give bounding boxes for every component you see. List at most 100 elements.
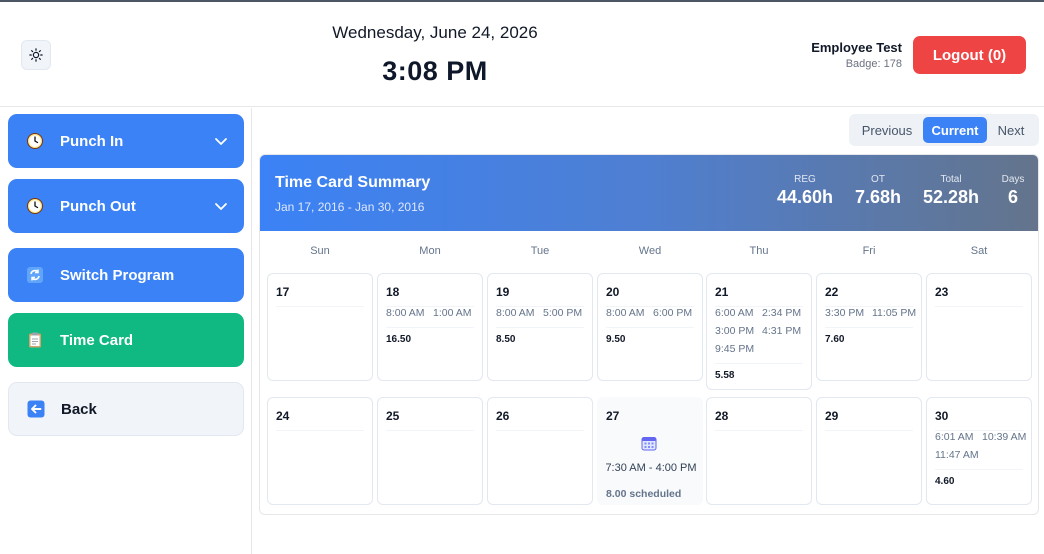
chevron-down-icon [214,134,228,148]
calendar-day-cell[interactable]: 17 [267,273,373,381]
punch-time: 11:05 PM [872,307,917,319]
stat-value: 52.28h [922,187,980,207]
logout-button[interactable]: Logout (0) [913,36,1026,74]
daily-hours: 5.58 [715,370,735,381]
current-period-button[interactable]: Current [923,117,987,143]
weekday-label: Tue [530,245,550,257]
stat-value: 7.68h [854,187,902,207]
day-number: 29 [825,409,839,423]
punch-time: 4:31 PM [762,325,802,337]
cell-divider [715,363,803,364]
employee-name: Employee Test [811,40,902,55]
header: Wednesday, June 24, 2026 3:08 PM Employe… [0,2,1044,107]
theme-toggle-button[interactable] [21,40,51,70]
punch-time: 6:01 AM [935,431,974,443]
cell-divider [386,327,474,328]
punch-in-button[interactable]: Punch In [8,114,244,168]
punch-list: 6:01 AM 10:39 AM 11:47 AM [935,431,1029,461]
daily-hours: 9.50 [606,334,626,345]
punch-time: 3:30 PM [825,307,865,319]
switch-program-label: Switch Program [60,266,175,284]
calendar-day-cell[interactable]: 24 [267,397,373,505]
switch-program-button[interactable]: Switch Program [8,248,244,302]
calendar-day-cell[interactable]: 22 3:30 PM 11:05 PM 7.60 [816,273,922,381]
day-number: 17 [276,285,290,299]
punch-time: 3:00 PM [715,325,755,337]
punch-list: 8:00 AM 5:00 PM [496,307,590,319]
scheduled-shift-time: 7:30 AM - 4:00 PM [605,462,697,474]
punch-time: 6:00 PM [653,307,693,319]
calendar-day-cell[interactable]: 26 [487,397,593,505]
day-number: 27 [606,409,620,423]
cell-divider [715,430,803,431]
day-number: 24 [276,409,290,423]
cell-divider [496,430,584,431]
punch-list: 8:00 AM 6:00 PM [606,307,700,319]
day-number: 21 [715,285,729,299]
weekday-label: Thu [749,245,769,257]
cell-divider [276,306,364,307]
punch-in-label: Punch In [60,132,124,150]
clipboard-icon [26,331,44,349]
refresh-icon [26,266,44,284]
current-time: 3:08 PM [382,56,488,86]
weekday-label: Sun [310,245,330,257]
cell-divider [276,430,364,431]
punch-time: 8:00 AM [496,307,535,319]
day-number: 28 [715,409,729,423]
calendar-day-cell[interactable]: 21 6:00 AM 2:34 PM 3:00 PM 4:31 PM 9:45 PM 5.5… [706,273,812,390]
daily-hours: 16.50 [386,334,412,345]
clock-icon [26,197,44,215]
stat-ot: OT 7.68h [852,174,904,208]
calendar-day-cell[interactable]: 30 6:01 AM 10:39 AM 11:47 AM 4.60 [926,397,1032,505]
arrow-left-icon [27,400,45,418]
cell-divider [496,327,584,328]
calendar-day-cell[interactable]: 18 8:00 AM 1:00 AM 16.50 [377,273,483,381]
stat-label: OT [871,174,885,185]
punch-time: 8:00 AM [386,307,425,319]
punch-time: 10:39 AM [982,431,1027,443]
punch-list: 3:30 PM 11:05 PM [825,307,919,319]
calendar-day-cell[interactable]: 27 7:30 AM - 4:00 PM 8.00 scheduled [597,397,703,505]
next-period-button[interactable]: Next [987,117,1035,143]
time-card-summary: Time Card Summary Jan 17, 2016 - Jan 30,… [260,155,1038,231]
day-number: 20 [606,285,620,299]
time-card-panel: Time Card Summary Jan 17, 2016 - Jan 30,… [259,154,1039,515]
calendar-icon [641,435,657,451]
clock-icon [26,132,44,150]
cell-divider [825,430,913,431]
stat-label: Days [1001,174,1025,185]
calendar-day-cell[interactable]: 20 8:00 AM 6:00 PM 9.50 [597,273,703,381]
calendar-day-cell[interactable]: 28 [706,397,812,505]
stat-reg: REG 44.60h [774,174,836,208]
summary-date-range: Jan 17, 2016 - Jan 30, 2016 [275,200,425,214]
weekday-label: Wed [638,245,662,257]
day-number: 19 [496,285,510,299]
sun-icon [29,48,43,62]
cell-divider [825,327,913,328]
current-date: Wednesday, June 24, 2026 [332,23,538,42]
chevron-down-icon [214,199,228,213]
punch-time: 5:00 PM [543,307,583,319]
pay-period-nav: Previous Current Next [849,114,1039,146]
day-number: 25 [386,409,400,423]
time-card-button[interactable]: Time Card [8,313,244,367]
previous-period-button[interactable]: Previous [851,117,923,143]
punch-out-label: Punch Out [60,197,136,215]
day-number: 26 [496,409,510,423]
punch-out-button[interactable]: Punch Out [8,179,244,233]
stat-value: 44.60h [776,187,834,207]
punch-list: 6:00 AM 2:34 PM 3:00 PM 4:31 PM 9:45 PM [715,307,809,355]
day-number: 23 [935,285,949,299]
punch-time: 1:00 AM [433,307,472,319]
calendar-day-cell[interactable]: 23 [926,273,1032,381]
back-button[interactable]: Back [8,382,244,436]
calendar-day-cell[interactable]: 19 8:00 AM 5:00 PM 8.50 [487,273,593,381]
daily-hours: 4.60 [935,476,955,487]
weekday-label: Mon [419,245,441,257]
cell-divider [935,469,1023,470]
calendar-day-cell[interactable]: 25 [377,397,483,505]
calendar-day-cell[interactable]: 29 [816,397,922,505]
cell-divider [386,430,474,431]
stat-label: Total [940,174,962,185]
